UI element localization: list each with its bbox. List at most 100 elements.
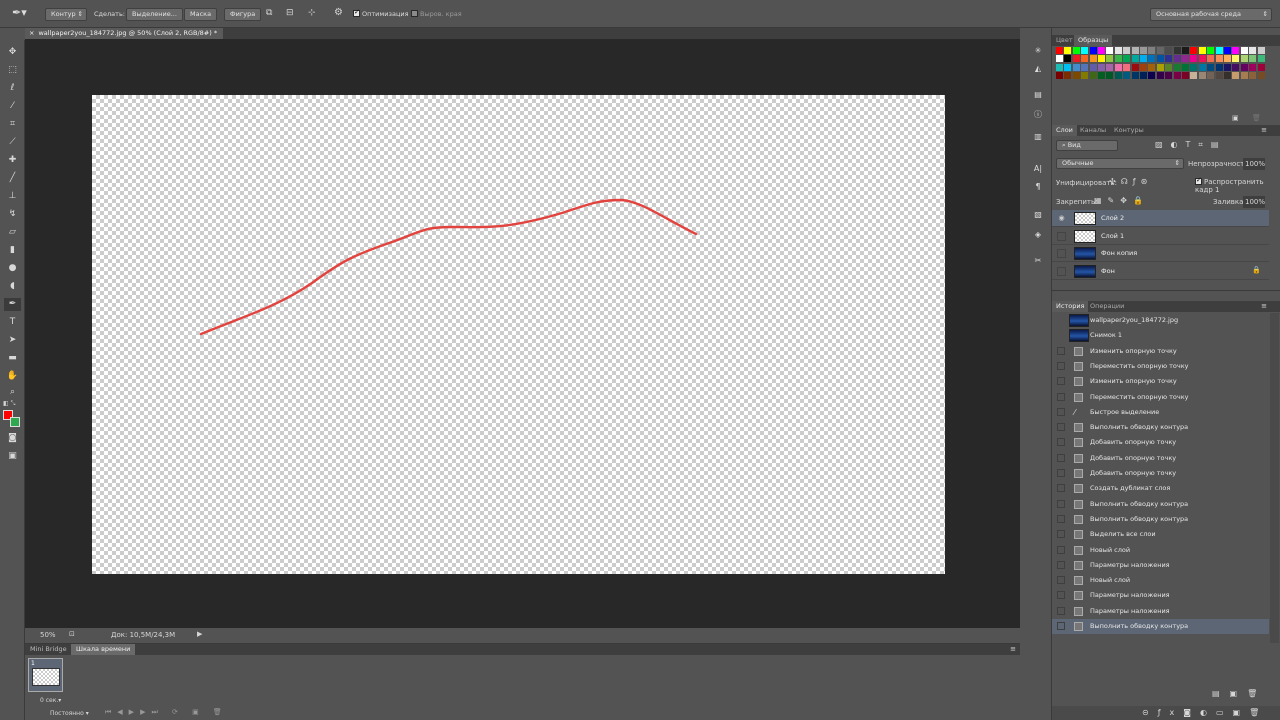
mode-select[interactable]: Контур ⇕ [45,8,87,21]
gradient-tool-icon[interactable]: ▮ [4,244,21,257]
color-swatch[interactable] [1257,47,1265,54]
fill-input[interactable]: 100% [1243,196,1265,208]
color-swatch[interactable] [1140,72,1147,80]
history-source-checkbox[interactable] [1057,361,1065,370]
history-item[interactable]: Переместить опорную точку [1052,359,1269,374]
color-swatch[interactable] [1215,55,1223,63]
color-swatch[interactable] [1240,72,1248,80]
color-swatch[interactable] [1081,55,1089,63]
hand-tool-icon[interactable]: ✋ [4,370,21,383]
history-item[interactable]: Выполнить обводку контура [1052,420,1269,435]
healing-brush-tool-icon[interactable]: ✚ [4,154,21,167]
color-swatch[interactable] [1123,47,1131,54]
color-swatch[interactable] [1098,55,1105,63]
shape-button[interactable]: Фигура [224,8,262,21]
color-swatch[interactable] [1056,72,1063,80]
color-swatch[interactable] [1182,55,1189,63]
tab-history[interactable]: История [1052,301,1089,312]
history-source-checkbox[interactable] [1057,499,1065,508]
color-swatch[interactable] [1240,63,1248,71]
color-swatch[interactable] [1148,72,1156,80]
path-arrangement-icon[interactable]: ⊹ [308,8,316,18]
color-swatch[interactable] [1089,47,1097,54]
history-source-checkbox[interactable] [1057,545,1065,554]
tab-timeline[interactable]: Шкала времени [71,644,136,655]
color-swatch[interactable] [1190,47,1198,54]
color-swatch[interactable] [1081,63,1089,71]
tab-paths[interactable]: Контуры [1110,125,1148,136]
color-swatch[interactable] [1190,63,1198,71]
lock-icons[interactable]: ▦✎✥🔒 [1094,196,1149,205]
crop-tool-icon[interactable]: ⌗ [4,118,21,131]
character-panel-icon[interactable]: ▥ [1031,130,1045,143]
color-swatch[interactable] [1257,55,1265,63]
text-panel-icon[interactable]: A| [1031,162,1045,175]
color-swatch[interactable] [1140,55,1147,63]
color-swatch[interactable] [1198,72,1206,80]
history-brush-tool-icon[interactable]: ↯ [4,208,21,221]
color-swatch[interactable] [1081,72,1089,80]
type-tool-icon[interactable]: T [4,316,21,329]
history-item[interactable]: ⁄ Быстрое выделение [1052,405,1269,420]
color-swatch[interactable] [1098,47,1105,54]
color-swatch[interactable] [1056,63,1063,71]
unify-icons[interactable]: ✣☊ƒ⊛ [1109,177,1152,186]
layer-row[interactable]: Фон копия [1052,245,1269,262]
color-swatch[interactable] [1064,55,1072,63]
color-swatch[interactable] [1148,63,1156,71]
blend-mode-select[interactable]: Обычные ⇕ [1056,158,1184,169]
brush-panel-icon[interactable]: ◭ [1031,62,1045,75]
path-operations-icon[interactable]: ⧉ [266,8,272,18]
color-swatch[interactable] [1156,47,1164,54]
history-source-checkbox[interactable] [1057,469,1065,477]
color-swatch[interactable] [1215,72,1223,80]
color-swatch[interactable] [1131,55,1139,63]
dodge-tool-icon[interactable]: ◖ [4,280,21,293]
color-swatch[interactable] [1089,72,1097,80]
color-swatch[interactable] [1072,72,1080,80]
history-source-checkbox[interactable] [1057,530,1065,539]
history-item[interactable]: Добавить опорную точку [1052,466,1269,481]
color-swatch[interactable] [1249,63,1257,71]
history-item[interactable]: Новый слой [1052,573,1269,588]
color-swatch[interactable] [1198,47,1206,54]
color-swatch[interactable] [1064,72,1072,80]
history-source-checkbox[interactable] [1057,453,1065,462]
color-swatch[interactable] [1257,63,1265,71]
color-swatch[interactable] [1165,47,1173,54]
visibility-eye-icon[interactable] [1057,266,1066,276]
color-swatch[interactable] [1131,47,1139,54]
color-swatch[interactable] [1198,63,1206,71]
zoom-tool-icon[interactable]: ⌕ [4,386,21,399]
color-swatch[interactable] [1165,63,1173,71]
document-canvas[interactable] [92,95,945,574]
info-panel-icon[interactable]: ⓘ [1031,108,1045,121]
loop-select[interactable]: Постоянно ▾ [50,710,89,717]
propagate-checkbox[interactable]: Распространить кадр 1 [1195,178,1280,194]
history-source-checkbox[interactable] [1057,591,1065,600]
history-item[interactable]: Параметры наложения [1052,588,1269,603]
color-swatch[interactable] [1089,55,1097,63]
history-item[interactable]: Выполнить обводку контура [1052,619,1269,635]
color-swatch[interactable] [1173,72,1181,80]
history-source-checkbox[interactable] [1057,576,1065,585]
history-item[interactable]: Создать дубликат слоя [1052,481,1269,496]
color-swatch[interactable] [1131,72,1139,80]
color-swatch[interactable] [1198,55,1206,63]
rectangle-tool-icon[interactable]: ▬ [4,352,21,365]
color-swatch[interactable] [1114,47,1122,54]
move-tool-icon[interactable]: ✥ [4,46,21,59]
history-scrollbar[interactable] [1270,313,1279,643]
color-swatch[interactable] [1156,72,1164,80]
quick-selection-tool-icon[interactable]: ⁄ [4,100,21,113]
color-swatch[interactable] [1156,55,1164,63]
color-swatch[interactable] [1232,63,1240,71]
history-source-checkbox[interactable] [1057,407,1065,416]
color-swatch[interactable] [1224,72,1231,80]
tool-presets-icon[interactable]: ✂ [1031,254,1045,267]
color-swatch[interactable] [1240,47,1248,54]
blur-tool-icon[interactable]: ● [4,262,21,275]
color-swatch[interactable] [1224,55,1231,63]
color-swatch[interactable] [1232,47,1240,54]
color-swatch[interactable] [1140,63,1147,71]
